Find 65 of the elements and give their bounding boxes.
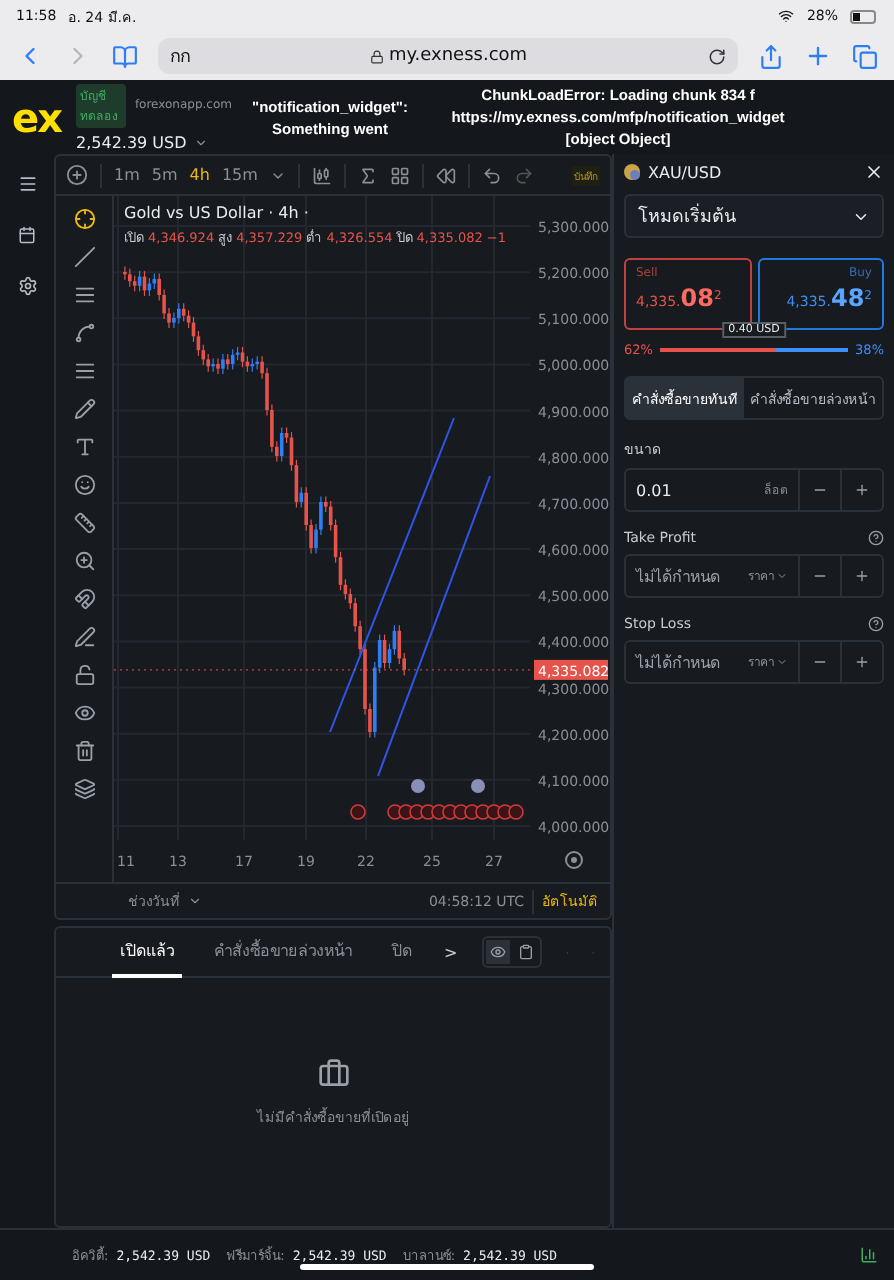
emoji-icon[interactable] [73, 474, 95, 496]
caret-icon[interactable] [188, 894, 202, 908]
battery-icon [850, 9, 878, 23]
plus-icon [854, 482, 870, 498]
mode-dropdown[interactable]: โหมดเริ่มต้น [624, 194, 884, 238]
interval-tab[interactable]: 15m [221, 166, 258, 184]
symbol-flag-icon [624, 164, 640, 180]
url-text: my.exness.com [388, 46, 528, 66]
clipboard-icon[interactable] [517, 944, 534, 960]
field-value: ไม่ได้กำหนด [636, 565, 720, 589]
text-icon[interactable] [73, 436, 95, 458]
caret-icon [776, 570, 788, 582]
caret-icon[interactable] [194, 135, 209, 149]
tabs-icon[interactable] [852, 43, 878, 69]
caret-icon [776, 656, 788, 668]
crosshair-icon[interactable] [73, 208, 95, 230]
wifi-icon [778, 8, 795, 24]
layers-icon[interactable] [73, 778, 95, 800]
event-markers-drawing[interactable] [350, 779, 524, 820]
view-icon[interactable] [489, 944, 506, 960]
signal-icon [860, 1246, 878, 1264]
bookmarks-icon[interactable] [112, 43, 138, 69]
interval-tab[interactable]: 5m [151, 166, 178, 184]
positions-tab[interactable]: ปิด [384, 927, 420, 977]
plus-icon [854, 654, 870, 670]
address-field[interactable]: กก my.exness.com [158, 38, 738, 74]
field-value: ไม่ได้กำหนด [636, 651, 720, 675]
line-icon[interactable] [73, 246, 95, 268]
add-icon[interactable] [66, 164, 88, 186]
zoom-in-icon[interactable] [73, 550, 95, 572]
symbol-title: XAU/USD [648, 163, 722, 181]
pattern-icon[interactable] [73, 322, 95, 344]
logo[interactable]: ex [12, 93, 68, 141]
more-tabs-arrow[interactable]: > [444, 943, 458, 961]
chart-type-icon[interactable] [311, 165, 332, 185]
plus-icon [854, 568, 870, 584]
help-icon[interactable] [868, 616, 884, 632]
ruler-icon[interactable] [73, 512, 95, 534]
help-icon[interactable] [868, 530, 884, 546]
balance-text[interactable]: 2,542.39 USD [76, 133, 187, 151]
positions-tab[interactable]: คำสั่งซื้อขายล่วงหน้า [206, 927, 360, 977]
trend-line[interactable] [329, 417, 455, 733]
interval-tab[interactable]: 4h [189, 166, 210, 184]
pencil-icon[interactable] [73, 626, 95, 648]
replay-icon[interactable] [435, 165, 456, 185]
layout-icon[interactable] [389, 165, 410, 185]
magnet-icon[interactable] [73, 588, 95, 610]
tab-text: กก [170, 46, 190, 70]
indicators-icon[interactable] [357, 165, 378, 185]
reload-icon[interactable] [708, 47, 727, 65]
field-value: 0.01 [636, 481, 672, 499]
interval-tab[interactable]: 1m [114, 166, 140, 184]
trend-line[interactable] [377, 475, 491, 777]
undo-icon[interactable] [481, 165, 502, 185]
share-icon[interactable] [758, 43, 784, 69]
calendar-icon[interactable] [18, 226, 36, 244]
positions-tab[interactable]: เปิดแล้ว [112, 927, 182, 977]
eye-icon[interactable] [73, 702, 95, 724]
chart-title: Gold vs US Dollar · 4h · [124, 204, 311, 222]
unlock-icon[interactable] [73, 664, 95, 686]
new-tab-icon[interactable] [804, 42, 832, 70]
menu-icon[interactable] [17, 174, 37, 194]
trash-icon[interactable] [73, 740, 95, 762]
briefcase-icon [317, 1057, 349, 1089]
lock-icon [370, 49, 385, 63]
